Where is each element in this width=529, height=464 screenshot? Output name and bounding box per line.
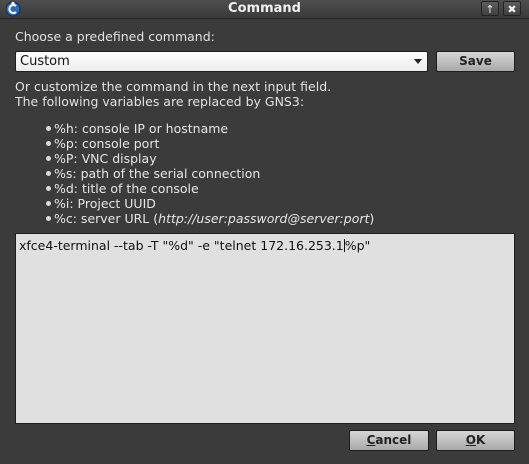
variable-c-suffix: ) — [369, 211, 375, 226]
dropdown-arrow-icon[interactable] — [414, 59, 422, 64]
variable-item-h: %h: console IP or hostname — [46, 121, 374, 136]
title-bar: Command ↑ ✖ — [0, 0, 529, 19]
variable-item-i: %i: Project UUID — [46, 196, 374, 211]
cancel-button[interactable]: Cancel — [349, 430, 429, 451]
variable-item-d: %d: title of the console — [46, 181, 374, 196]
command-text-before-caret: xfce4-terminal --tab -T "%d" -e "telnet … — [19, 238, 344, 253]
selected-command-value: Custom — [20, 54, 70, 69]
choose-command-label: Choose a predefined command: — [15, 29, 215, 44]
variable-item-c: %c: server URL (http://user:password@ser… — [46, 211, 374, 226]
variable-item-p: %p: console port — [46, 136, 374, 151]
close-window-button[interactable]: ✖ — [503, 1, 521, 16]
ok-label-rest: K — [475, 433, 486, 447]
ok-mnemonic: O — [465, 433, 476, 447]
variable-item-vnc: %P: VNC display — [46, 151, 374, 166]
cancel-label-rest: ancel — [375, 433, 412, 447]
window-title: Command — [228, 1, 301, 16]
variable-item-s: %s: path of the serial connection — [46, 166, 374, 181]
maximize-button[interactable]: ↑ — [481, 1, 499, 16]
customize-instruction-line1: Or customize the command in the next inp… — [15, 79, 332, 94]
save-button[interactable]: Save — [436, 51, 515, 72]
customize-instruction-line2: The following variables are replaced by … — [15, 94, 305, 109]
variable-c-prefix: %c: server URL ( — [54, 211, 159, 226]
command-text-after-caret: %p" — [344, 238, 371, 253]
predefined-command-select[interactable]: Custom — [15, 51, 428, 72]
variables-list: %h: console IP or hostname %p: console p… — [46, 121, 374, 226]
variable-c-url: http://user:password@server:port — [158, 211, 370, 226]
ok-button[interactable]: OK — [436, 430, 515, 451]
command-input-field[interactable]: xfce4-terminal --tab -T "%d" -e "telnet … — [15, 233, 515, 424]
